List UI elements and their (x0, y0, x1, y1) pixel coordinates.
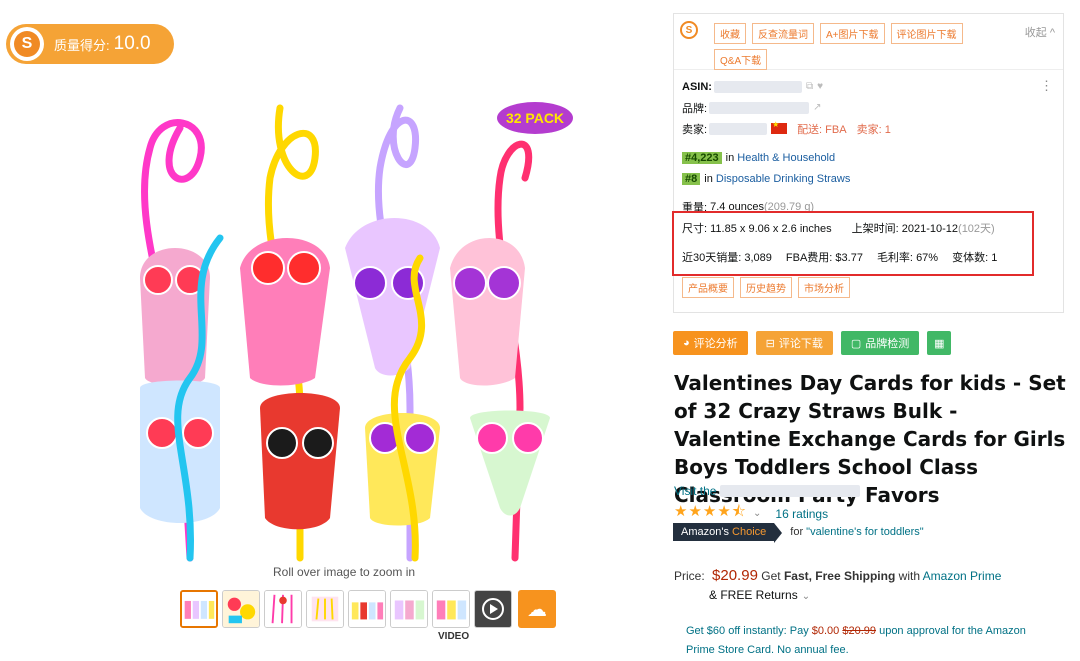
quality-score-label: 质量得分: (54, 37, 110, 53)
price-row: Price: $20.99 Get Fast, Free Shipping wi… (674, 567, 1002, 584)
cloud-download-icon[interactable]: ☁ (518, 590, 556, 628)
tab-product-overview[interactable]: 产品概要 (682, 277, 734, 298)
plugin-sub-tags: 产品概要 历史趋势 市场分析 (682, 277, 1055, 298)
sellersprite-logo-icon: S (10, 27, 44, 61)
brand-redacted (709, 101, 810, 114)
thumbnail-6[interactable] (390, 590, 428, 628)
pack-count-label: 32 PACK (506, 110, 564, 126)
calculator-icon[interactable]: ▦ (927, 331, 952, 355)
ratings-count-link[interactable]: 16 ratings (775, 507, 828, 521)
external-link-icon[interactable]: ↗ (813, 102, 821, 113)
brand-row: 品牌: ↗ (682, 101, 822, 115)
thumbnail-7[interactable] (432, 590, 470, 628)
amazon-prime-link[interactable]: Amazon Prime (923, 569, 1002, 583)
thumbnail-2[interactable] (222, 590, 260, 628)
thumbnail-4[interactable] (306, 590, 344, 628)
store-name-redacted (720, 485, 861, 497)
image-thumbnails: ☁ (180, 590, 556, 638)
tab-market-analysis[interactable]: 市场分析 (798, 277, 850, 298)
store-card-promo[interactable]: Get $60 off instantly: Pay $0.00 $20.99 … (686, 622, 1026, 660)
zoom-hint: Roll over image to zoom in (273, 565, 416, 579)
china-flag-icon (771, 120, 788, 134)
thumbnail-3[interactable] (264, 590, 302, 628)
delivery-fba: 配送: FBA (797, 123, 847, 136)
tag-favorite[interactable]: 收藏 (714, 23, 746, 44)
rank-row-1: #4,223 in Health & Household (682, 147, 1055, 168)
amazons-choice-row: Amazon's Choice for "valentine's for tod… (673, 523, 924, 543)
play-icon (482, 598, 504, 620)
highlight-box (672, 211, 1034, 276)
chevron-down-icon: ⌄ (801, 591, 811, 602)
free-returns-link[interactable]: & FREE Returns ⌄ (709, 588, 810, 602)
download-icon: ⊟ (765, 337, 775, 350)
seller-row: 卖家: 配送: FBA 卖家: 1 (682, 118, 1055, 139)
review-download-button[interactable]: ⊟ 评论下载 (755, 331, 833, 355)
tag-aplus-download[interactable]: A+图片下载 (820, 23, 885, 44)
rank-category-link-1[interactable]: Health & Household (737, 152, 835, 164)
video-thumbnail[interactable] (474, 590, 512, 628)
price-value: $20.99 (712, 567, 758, 584)
tag-qa-download[interactable]: Q&A下载 (714, 49, 768, 70)
chevron-down-icon[interactable]: ⌄ (753, 508, 761, 519)
plugin-action-buttons: ◕ 评论分析 ⊟ 评论下载 ▢ 品牌检测 ▦ (673, 331, 952, 355)
collapse-toggle[interactable]: 收起 ^ (1025, 24, 1055, 40)
seller-redacted (709, 122, 768, 135)
rank-row-2: #8 in Disposable Drinking Straws (682, 168, 1055, 189)
quality-score-value: 10.0 (113, 33, 151, 54)
product-main-image[interactable]: 32 PACK (120, 88, 580, 564)
thumbnail-5[interactable] (348, 590, 386, 628)
plugin-logo-icon: S (680, 21, 698, 39)
tag-reverse-keywords[interactable]: 反查流量词 (752, 23, 814, 44)
asin-row: ASIN: ⧉ ♥ (682, 80, 824, 93)
quality-score-badge: S 质量得分: 10.0 (6, 24, 174, 64)
rank-category-link-2[interactable]: Disposable Drinking Straws (716, 173, 851, 185)
review-analysis-button[interactable]: ◕ 评论分析 (673, 331, 748, 355)
plugin-tag-list: 收藏 反查流量词 A+图片下载 评论图片下载 Q&A下载 (714, 23, 1014, 70)
copy-icon[interactable]: ⧉ (806, 81, 813, 92)
thumbnail-1[interactable] (180, 590, 218, 628)
heart-icon[interactable]: ♥ (817, 81, 823, 92)
tab-history-trend[interactable]: 历史趋势 (740, 277, 792, 298)
brand-check-button[interactable]: ▢ 品牌检测 (840, 331, 920, 355)
amazons-choice-badge: Amazon's Choice (673, 523, 783, 543)
pie-chart-icon: ◕ (683, 337, 690, 349)
seller-count: 卖家: 1 (856, 123, 891, 136)
brand-store-link[interactable]: Visit the (674, 484, 861, 498)
choice-query-link[interactable]: "valentine's for toddlers" (806, 526, 924, 538)
more-options-icon[interactable]: ⋮ (1040, 78, 1053, 94)
shield-icon: ▢ (850, 337, 862, 350)
asin-redacted (713, 80, 802, 93)
tag-review-image-download[interactable]: 评论图片下载 (890, 23, 963, 44)
video-label: VIDEO (438, 631, 470, 642)
